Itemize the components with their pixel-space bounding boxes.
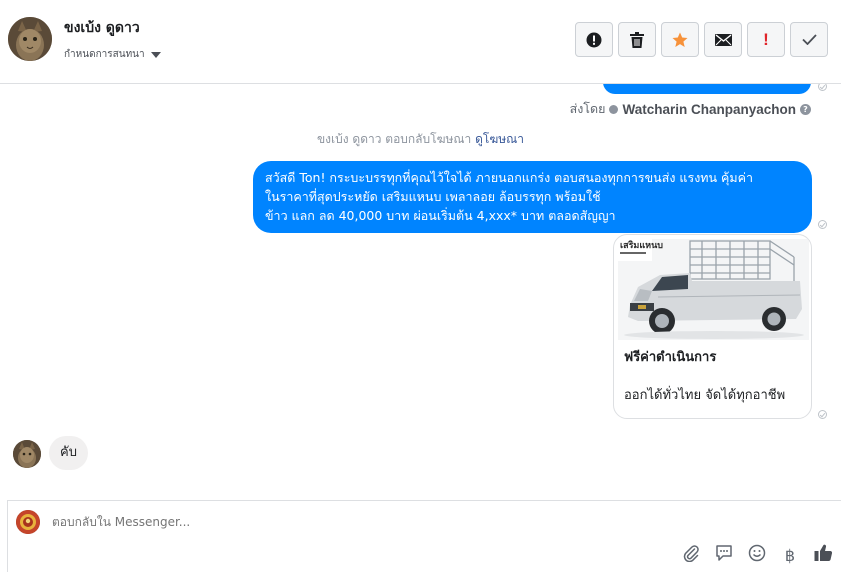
star-button[interactable] bbox=[661, 22, 699, 57]
alert-circle-icon bbox=[586, 32, 602, 48]
message-composer: ฿ bbox=[7, 500, 841, 572]
seen-check-icon bbox=[818, 410, 827, 419]
sent-by-prefix: ส่งโดย bbox=[569, 101, 606, 116]
paperclip-icon bbox=[682, 544, 700, 566]
composer-tools: ฿ bbox=[681, 544, 833, 566]
view-ad-link[interactable]: ดูโฆษณา bbox=[475, 132, 524, 146]
attach-button[interactable] bbox=[681, 545, 701, 565]
message-line: สวัสดี Ton! กระบะบรรทุกที่คุณไว้ใจได้ ภา… bbox=[265, 170, 754, 185]
report-button[interactable] bbox=[575, 22, 613, 57]
chat-bubble-icon bbox=[715, 544, 733, 566]
message-line: ข้าว แลก ลด 40,000 บาท ผ่อนเริ่มต้น 4,xx… bbox=[265, 208, 616, 223]
conversation-settings-label: กำหนดการสนทนา bbox=[64, 49, 145, 60]
like-button[interactable] bbox=[813, 544, 833, 566]
message-thread[interactable]: ส่งโดย Watcharin Chanpanyachon ? ขงเบ้ง … bbox=[0, 84, 841, 488]
seen-check-icon bbox=[818, 220, 827, 229]
trash-icon bbox=[630, 31, 644, 48]
envelope-icon bbox=[714, 33, 732, 46]
card-title: ฟรีค่าดำเนินการ bbox=[624, 350, 717, 365]
baht-icon: ฿ bbox=[784, 545, 796, 565]
previous-message-bubble[interactable] bbox=[603, 84, 811, 94]
contact-avatar[interactable] bbox=[8, 17, 52, 61]
ad-card[interactable]: เสริมแหนบ ฟรีค่าดำเนินการ ออกได้ทั่วไทย … bbox=[613, 234, 812, 419]
sent-by-line: ส่งโดย Watcharin Chanpanyachon ? bbox=[570, 99, 811, 119]
star-icon bbox=[672, 32, 688, 48]
header-actions: ! bbox=[575, 22, 828, 57]
truck-image[interactable]: เสริมแหนบ bbox=[618, 239, 809, 340]
emoji-button[interactable] bbox=[747, 544, 767, 566]
card-description: ออกได้ทั่วไทย จัดได้ทุกอาชีพ bbox=[624, 388, 786, 403]
thumbs-up-icon bbox=[814, 544, 833, 566]
mark-done-button[interactable] bbox=[790, 22, 828, 57]
checkmark-icon bbox=[801, 34, 817, 45]
delete-button[interactable] bbox=[618, 22, 656, 57]
smiley-icon bbox=[748, 544, 766, 566]
payment-button[interactable]: ฿ bbox=[780, 545, 800, 565]
ad-reply-note: ขงเบ้ง ดูดาว ตอบกลับโฆษณา ดูโฆษณา bbox=[0, 130, 841, 149]
ad-reply-text: ขงเบ้ง ดูดาว ตอบกลับโฆษณา bbox=[316, 132, 472, 146]
ad-message-bubble[interactable]: สวัสดี Ton! กระบะบรรทุกที่คุณไว้ใจได้ ภา… bbox=[253, 161, 812, 233]
help-icon[interactable]: ? bbox=[800, 103, 811, 115]
page-avatar bbox=[16, 510, 40, 534]
sender-name[interactable]: Watcharin Chanpanyachon bbox=[622, 102, 796, 117]
seen-check-icon bbox=[818, 84, 827, 91]
mark-spam-button[interactable]: ! bbox=[747, 22, 785, 57]
saved-replies-button[interactable] bbox=[714, 545, 734, 565]
conversation-settings-dropdown[interactable]: กำหนดการสนทนา bbox=[64, 47, 161, 62]
reply-input[interactable] bbox=[52, 515, 652, 529]
caret-down-icon bbox=[150, 51, 161, 58]
mark-unread-button[interactable] bbox=[704, 22, 742, 57]
verified-dot-icon bbox=[609, 104, 619, 114]
contact-avatar-small[interactable] bbox=[13, 440, 41, 468]
conversation-header: ขงเบ้ง ดูดาว กำหนดการสนทนา ! bbox=[0, 0, 841, 84]
message-line: ในราคาที่สุดประหยัด เสริมแหนบ เพลาลอย ล้… bbox=[265, 189, 601, 204]
exclamation-icon: ! bbox=[763, 29, 769, 49]
incoming-message-bubble[interactable]: คับ bbox=[49, 436, 88, 470]
contact-name[interactable]: ขงเบ้ง ดูดาว bbox=[64, 17, 140, 39]
card-image-banner: เสริมแหนบ bbox=[620, 240, 663, 251]
